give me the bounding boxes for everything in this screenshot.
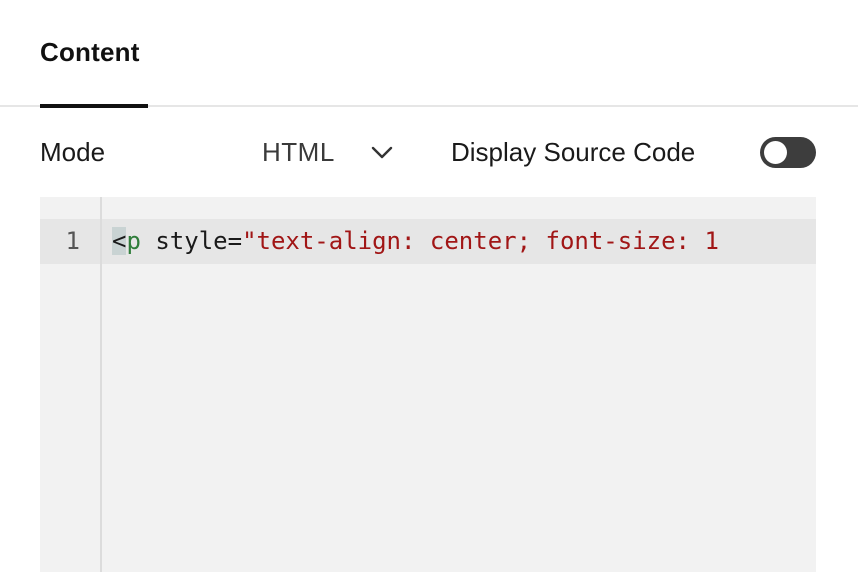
- mode-label: Mode: [40, 137, 106, 167]
- code-line[interactable]: <p style="text-align: center; font-size:…: [112, 219, 719, 264]
- tab-content[interactable]: Content: [40, 0, 148, 108]
- code-token-tag: p: [126, 227, 141, 255]
- code-editor[interactable]: 1 <p style="text-align: center; font-siz…: [40, 197, 816, 572]
- mode-row: Mode HTML Display Source Code: [0, 125, 858, 185]
- display-source-code-label: Display Source Code: [451, 137, 696, 167]
- content-panel: Content Mode HTML Display Source Code 1 …: [0, 0, 858, 572]
- mode-select[interactable]: HTML: [240, 125, 408, 181]
- code-token-string: "text-align: center; font-size: 1: [242, 227, 719, 255]
- display-source-code-toggle[interactable]: [760, 137, 816, 168]
- chevron-down-icon: [371, 146, 393, 159]
- tab-content-label: Content: [40, 37, 140, 67]
- dropdown-notch: [408, 185, 450, 197]
- tab-bar: Content: [0, 0, 858, 108]
- mode-selected-value: HTML: [262, 137, 335, 167]
- toggle-knob: [764, 141, 787, 164]
- active-tab-indicator: [40, 104, 148, 108]
- line-number: 1: [65, 227, 80, 255]
- code-token-attribute: style=: [140, 227, 243, 255]
- code-token-bracket: <: [112, 227, 127, 255]
